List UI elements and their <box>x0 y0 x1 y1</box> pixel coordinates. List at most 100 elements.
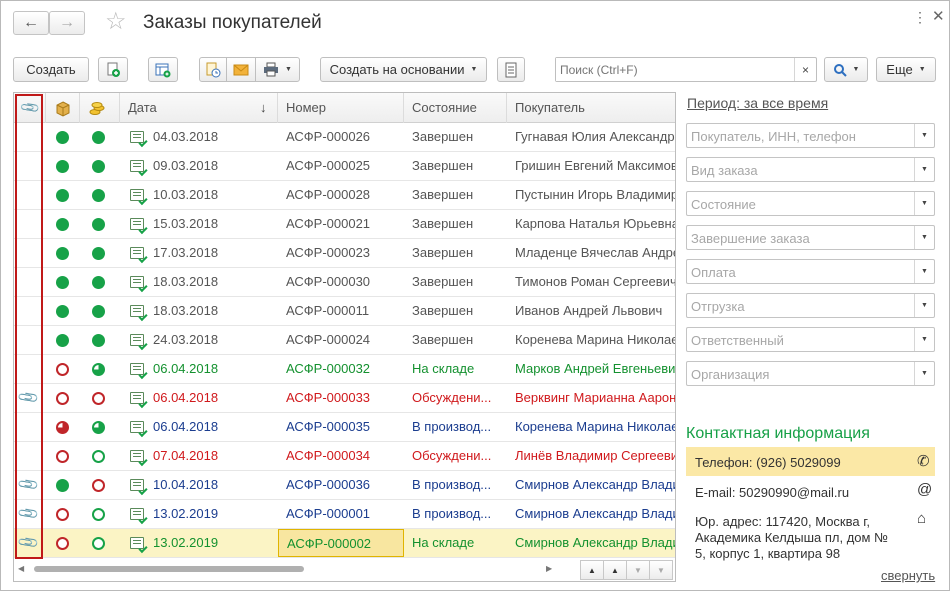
number-cell: АСФР-000025 <box>286 158 371 173</box>
filter-field[interactable]: Организация ▼ <box>686 361 935 386</box>
date-header-label: Дата <box>128 100 157 115</box>
filter-placeholder: Отгрузка <box>691 299 745 314</box>
more-menu-icon[interactable]: ⋮ <box>913 9 927 26</box>
first-page-button[interactable]: ▲ <box>580 560 604 580</box>
table-row[interactable]: 06.04.2018 АСФР-000035 В производ... Корене… <box>14 413 675 442</box>
table-row[interactable]: 10.03.2018 АСФР-000028 Завершен Пустынин Иг… <box>14 181 675 210</box>
col-state-header[interactable]: Состояние <box>404 93 507 123</box>
chevron-down-icon[interactable]: ▼ <box>914 124 934 147</box>
orders-table: 📎 Дата ↓ Номер Состояние Покупатель 04.0… <box>13 92 676 582</box>
payment-status-icon <box>92 334 105 347</box>
forward-button[interactable]: → <box>49 11 85 35</box>
last-page-button[interactable]: ▼ <box>649 560 673 580</box>
more-button[interactable]: Еще ▼ <box>876 57 936 82</box>
customer-cell: Гугнавая Юлия Александро <box>515 129 676 144</box>
collapse-link[interactable]: свернуть <box>881 568 935 583</box>
next-page-button[interactable]: ▼ <box>626 560 650 580</box>
col-shipment-header[interactable] <box>46 93 80 123</box>
close-icon[interactable]: ✕ <box>932 7 945 25</box>
number-cell: АСФР-000033 <box>286 390 371 405</box>
table-row[interactable]: 📎 13.02.2019 АСФР-000001 В производ... Смирн… <box>14 500 676 529</box>
table-row[interactable]: 18.03.2018 АСФР-000011 Завершен Иванов Андр… <box>14 297 675 326</box>
chevron-down-icon[interactable]: ▼ <box>914 226 934 249</box>
more-label: Еще <box>886 62 913 77</box>
filter-field[interactable]: Отгрузка ▼ <box>686 293 935 318</box>
prev-page-button[interactable]: ▲ <box>603 560 627 580</box>
copy-button[interactable] <box>98 57 128 82</box>
copy-doc-icon <box>107 62 120 77</box>
payment-status-icon <box>92 479 105 492</box>
table-row[interactable]: 📎 13.02.2019 АСФР-000002 На складе Смирнов А… <box>14 529 675 558</box>
table-row[interactable]: 06.04.2018 АСФР-000032 На складе Марков Анд… <box>14 355 675 384</box>
table-row[interactable]: 04.03.2018 АСФР-000026 Завершен Гугнавая Юл… <box>14 123 676 152</box>
schedule-button[interactable] <box>199 57 227 82</box>
table-row[interactable]: 18.03.2018 АСФР-000030 Завершен Тимонов Ром… <box>14 268 675 297</box>
shipment-status-icon <box>56 218 69 231</box>
structure-button[interactable] <box>497 57 525 82</box>
col-customer-header[interactable]: Покупатель <box>507 93 675 123</box>
email-button[interactable] <box>226 57 256 82</box>
chevron-down-icon[interactable]: ▼ <box>914 260 934 283</box>
document-posted-icon <box>130 305 144 317</box>
date-cell: 18.03.2018 <box>153 274 219 289</box>
period-link[interactable]: Период: за все время <box>687 95 828 111</box>
chevron-down-icon[interactable]: ▼ <box>914 192 934 215</box>
scrollbar-thumb[interactable] <box>34 566 304 572</box>
search-button[interactable]: ▼ <box>824 57 868 82</box>
date-cell: 06.04.2018 <box>153 419 219 434</box>
document-posted-icon <box>130 508 144 520</box>
scroll-left-icon[interactable]: ◀ <box>18 564 24 573</box>
col-number-header[interactable]: Номер <box>278 93 404 123</box>
phone-icon[interactable]: ✆ <box>917 452 930 470</box>
home-icon[interactable]: ⌂ <box>917 510 926 527</box>
number-cell: АСФР-000034 <box>286 448 371 463</box>
filter-field[interactable]: Оплата ▼ <box>686 259 935 284</box>
state-cell: Завершен <box>412 158 474 173</box>
chevron-down-icon[interactable]: ▼ <box>914 158 934 181</box>
create-based-on-button[interactable]: Создать на основании ▼ <box>320 57 487 82</box>
document-posted-icon <box>130 334 144 346</box>
page-title: Заказы покупателей <box>143 12 322 33</box>
shipment-status-icon <box>56 479 69 492</box>
table-row[interactable]: 09.03.2018 АСФР-000025 Завершен Гришин Евге… <box>14 152 675 181</box>
envelope-icon <box>233 64 249 75</box>
table-row[interactable]: 17.03.2018 АСФР-000023 Завершен Младенце Вя… <box>14 239 675 268</box>
chevron-down-icon[interactable]: ▼ <box>914 328 934 351</box>
report-button[interactable] <box>148 57 178 82</box>
state-cell: В производ... <box>412 506 492 521</box>
number-cell: АСФР-000002 <box>278 529 404 557</box>
filter-placeholder: Состояние <box>691 197 756 212</box>
col-date-header[interactable]: Дата ↓ <box>120 93 278 123</box>
horizontal-scrollbar[interactable]: ◀ ▶ ▲ ▲ ▼ ▼ <box>14 557 675 581</box>
printer-icon <box>264 62 279 77</box>
filter-field[interactable]: Ответственный ▼ <box>686 327 935 352</box>
state-header-label: Состояние <box>412 100 477 115</box>
favorite-star-icon[interactable]: ☆ <box>105 9 127 35</box>
number-cell: АСФР-000021 <box>286 216 371 231</box>
payment-status-icon <box>92 537 105 550</box>
filter-field[interactable]: Состояние ▼ <box>686 191 935 216</box>
table-row[interactable]: 24.03.2018 АСФР-000024 Завершен Коренева Ма… <box>14 326 675 355</box>
col-payment-header[interactable] <box>80 93 120 123</box>
filter-field[interactable]: Вид заказа ▼ <box>686 157 935 182</box>
table-row[interactable]: 15.03.2018 АСФР-000021 Завершен Карпова Нат… <box>14 210 675 239</box>
filter-field[interactable]: Завершение заказа ▼ <box>686 225 935 250</box>
document-posted-icon <box>130 363 144 375</box>
clear-search-button[interactable]: × <box>794 58 816 81</box>
filter-field[interactable]: Покупатель, ИНН, телефон ▼ <box>686 123 935 148</box>
table-row[interactable]: 07.04.2018 АСФР-000034 Обсуждени... Линёв В… <box>14 442 675 471</box>
state-cell: Завершен <box>412 274 474 289</box>
chevron-down-icon[interactable]: ▼ <box>914 294 934 317</box>
customer-cell: Смирнов Александр Влади <box>515 506 676 521</box>
at-sign-icon[interactable]: @ <box>917 481 932 498</box>
chevron-down-icon[interactable]: ▼ <box>914 362 934 385</box>
search-input[interactable] <box>556 58 792 81</box>
table-row[interactable]: 📎 06.04.2018 АСФР-000033 Обсуждени... Веркви… <box>14 384 675 413</box>
date-cell: 24.03.2018 <box>153 332 219 347</box>
customer-header-label: Покупатель <box>515 100 585 115</box>
back-button[interactable]: ← <box>13 11 49 35</box>
create-button[interactable]: Создать <box>13 57 89 82</box>
table-row[interactable]: 📎 10.04.2018 АСФР-000036 В производ... Смирн… <box>14 471 675 500</box>
print-button[interactable]: ▼ <box>255 57 300 82</box>
scroll-right-icon[interactable]: ▶ <box>546 564 552 573</box>
